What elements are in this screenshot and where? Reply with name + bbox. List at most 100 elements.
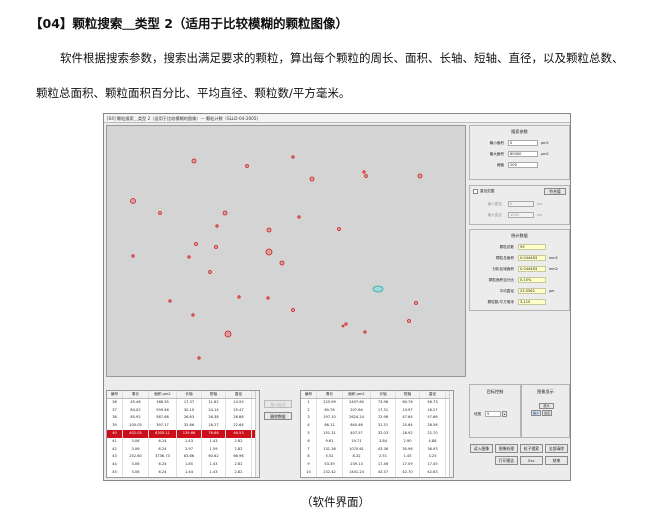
description-line-2: 颗粒总面积、颗粒面积百分比、平均直径、颗粒数/平方毫米。 xyxy=(36,86,351,100)
right-table-scrollbar[interactable] xyxy=(449,391,453,477)
table-cell: 2.82 xyxy=(226,461,252,469)
action-button[interactable]: 图像处理 xyxy=(495,444,518,453)
table-cell: 207.64 xyxy=(343,406,371,415)
table-row[interactable]: 40 402.05 6305.11 139.66 76.66 46.53 xyxy=(107,429,259,438)
table-row[interactable]: 39 100.05 397.17 32.66 16.27 22.64 xyxy=(107,422,259,430)
max-diameter-input[interactable]: 1000 xyxy=(508,212,534,218)
left-table-scrollbar[interactable] xyxy=(255,391,259,477)
table-row[interactable]: 36 45.46 166.35 17.37 11.62 14.55 xyxy=(107,398,259,407)
min-diameter-input[interactable]: 0 xyxy=(508,201,534,207)
table-row[interactable]: 4 86.12 640.46 31.51 25.64 28.56 xyxy=(301,422,453,430)
column-header[interactable]: 编号 xyxy=(301,391,317,398)
table-row[interactable]: 41 3.06 6.24 1.43 1.43 2.82 xyxy=(107,437,259,446)
table-cell: 30.96 xyxy=(396,445,420,454)
table-row[interactable]: 45 3.06 6.24 1.44 1.43 2.82 xyxy=(107,468,259,477)
table-cell: 53.39 xyxy=(317,461,343,469)
column-header[interactable]: 短轴 xyxy=(202,391,226,398)
action-button[interactable]: 全部清除 xyxy=(545,444,568,453)
table-row[interactable]: 10 132.42 1441.24 43.37 42.70 42.63 xyxy=(301,468,453,477)
column-header[interactable]: 短轴 xyxy=(396,391,420,398)
table-cell: 16.92 xyxy=(396,429,420,438)
threshold-input[interactable]: 200 xyxy=(508,162,538,168)
table-row[interactable]: 1 225.99 2497.60 73.96 60.76 56.73 xyxy=(301,398,453,407)
right-data-table[interactable]: 编号 周长 面积 μm2 长轴 短轴 直径 1 225.99 2497.60 73.96 60.76… xyxy=(300,390,454,478)
table-cell: 76.66 xyxy=(202,429,226,438)
table-cell: 3.06 xyxy=(123,461,149,469)
search-params-title: 搜索参数 xyxy=(511,129,528,134)
particle-marker xyxy=(131,254,135,258)
table-cell: 9 xyxy=(301,461,317,469)
particle-marker xyxy=(222,210,228,216)
table-row[interactable]: 9 53.39 239.13 17.46 17.09 17.45 xyxy=(301,461,453,469)
column-header[interactable]: 周长 xyxy=(317,391,343,398)
image-display-title: 图像显示 xyxy=(537,389,554,394)
fit-button[interactable]: 适应 xyxy=(542,410,552,416)
table-cell: 5 xyxy=(301,429,317,438)
table-row[interactable]: 8 5.52 8.32 2.51 1.45 3.25 xyxy=(301,453,453,462)
table-row[interactable]: 43 252.60 3736.73 83.66 60.62 66.96 xyxy=(107,453,259,462)
table-cell: 41 xyxy=(107,437,123,446)
table-row[interactable]: 2 60.76 207.64 17.31 14.97 16.27 xyxy=(301,406,453,415)
table-cell: 10 xyxy=(301,468,317,477)
table-cell: 72.98 xyxy=(371,414,396,423)
action-button[interactable]: Esc xyxy=(520,456,543,465)
table-cell: 2497.60 xyxy=(343,398,371,407)
table-cell: 45.46 xyxy=(123,398,149,407)
table-cell: 26.63 xyxy=(177,414,202,423)
table-cell: 47.64 xyxy=(396,414,420,423)
column-header[interactable]: 编号 xyxy=(107,391,123,398)
software-screenshot: [04] 颗粒搜索＿类型 2（适用于比较模糊的图像）— 颗粒计数（SLLD-04… xyxy=(103,113,571,481)
table-row[interactable]: 44 3.06 6.24 1.85 1.43 2.82 xyxy=(107,461,259,469)
table-cell: 9.61 xyxy=(317,437,343,446)
particle-marker xyxy=(344,322,348,326)
table-cell: 25.47 xyxy=(226,406,252,415)
table-cell: 1070.61 xyxy=(343,445,371,454)
table-cell: 2.82 xyxy=(226,437,252,446)
particle-marker xyxy=(309,176,315,182)
table-row[interactable]: 38 85.92 587.66 26.63 26.38 26.86 xyxy=(107,414,259,423)
column-header[interactable]: 长轴 xyxy=(177,391,202,398)
min-area-input[interactable]: 0 xyxy=(508,140,538,146)
action-button[interactable]: 粒子搜索 xyxy=(520,444,543,453)
zoom-in-button[interactable]: 放大 xyxy=(539,403,554,409)
add-tag-button[interactable]: 加入标注 xyxy=(264,400,292,408)
table-cell: 587.66 xyxy=(149,414,177,423)
action-button[interactable]: 结束 xyxy=(545,456,568,465)
zoom-out-button[interactable]: 缩小 xyxy=(531,410,541,416)
table-row[interactable]: 42 3.06 6.24 2.97 1.59 2.82 xyxy=(107,445,259,454)
table-row[interactable]: 5 151.31 407.57 32.03 16.92 22.70 xyxy=(301,429,453,438)
table-cell: 17.37 xyxy=(177,398,202,407)
table-cell: 1441.24 xyxy=(343,468,371,477)
line-width-spin-icon[interactable]: ▴ xyxy=(502,411,507,417)
column-header[interactable]: 长轴 xyxy=(371,391,396,398)
column-header[interactable]: 直径 xyxy=(420,391,446,398)
left-data-table[interactable]: 编号 周长 面积 μm2 长轴 短轴 直径 36 45.46 166.35 17.37 11.62 1… xyxy=(106,390,260,478)
max-area-input[interactable]: 60000 xyxy=(508,151,538,157)
table-cell: 1.59 xyxy=(202,445,226,454)
action-button[interactable]: 读入图像 xyxy=(470,444,493,453)
particle-image-viewer[interactable] xyxy=(106,125,466,377)
table-row[interactable]: 6 9.61 19.71 3.84 2.90 4.88 xyxy=(301,437,453,446)
table-row[interactable]: 7 131.36 1070.61 43.36 30.96 36.93 xyxy=(301,445,453,454)
action-button[interactable]: 打印报告 xyxy=(495,456,518,465)
fit-value-button[interactable]: 符合值 xyxy=(544,188,566,195)
column-header[interactable]: 周长 xyxy=(123,391,149,398)
table-cell: 36.93 xyxy=(420,445,446,454)
column-header[interactable]: 面积 μm2 xyxy=(149,391,177,398)
table-cell: 83.66 xyxy=(177,453,202,462)
delete-data-button[interactable]: 删除数据 xyxy=(264,412,292,420)
line-width-input[interactable]: 5 xyxy=(485,411,501,417)
table-row[interactable]: 37 84.02 599.46 30.10 24.14 25.47 xyxy=(107,406,259,415)
diameter-range-checkbox[interactable] xyxy=(473,189,478,194)
table-cell: 60.62 xyxy=(202,453,226,462)
table-cell: 3.06 xyxy=(123,468,149,477)
table-cell: 1.43 xyxy=(202,461,226,469)
particle-marker xyxy=(168,299,172,303)
particle-marker xyxy=(279,260,285,266)
table-cell: 6.24 xyxy=(149,461,177,469)
column-header[interactable]: 面积 μm2 xyxy=(343,391,371,398)
column-header[interactable]: 直径 xyxy=(226,391,252,398)
table-row[interactable]: 3 197.10 2624.24 72.98 47.64 57.66 xyxy=(301,414,453,423)
stat-label: 分析区域面积 xyxy=(492,267,514,271)
table-cell: 26.38 xyxy=(202,414,226,423)
